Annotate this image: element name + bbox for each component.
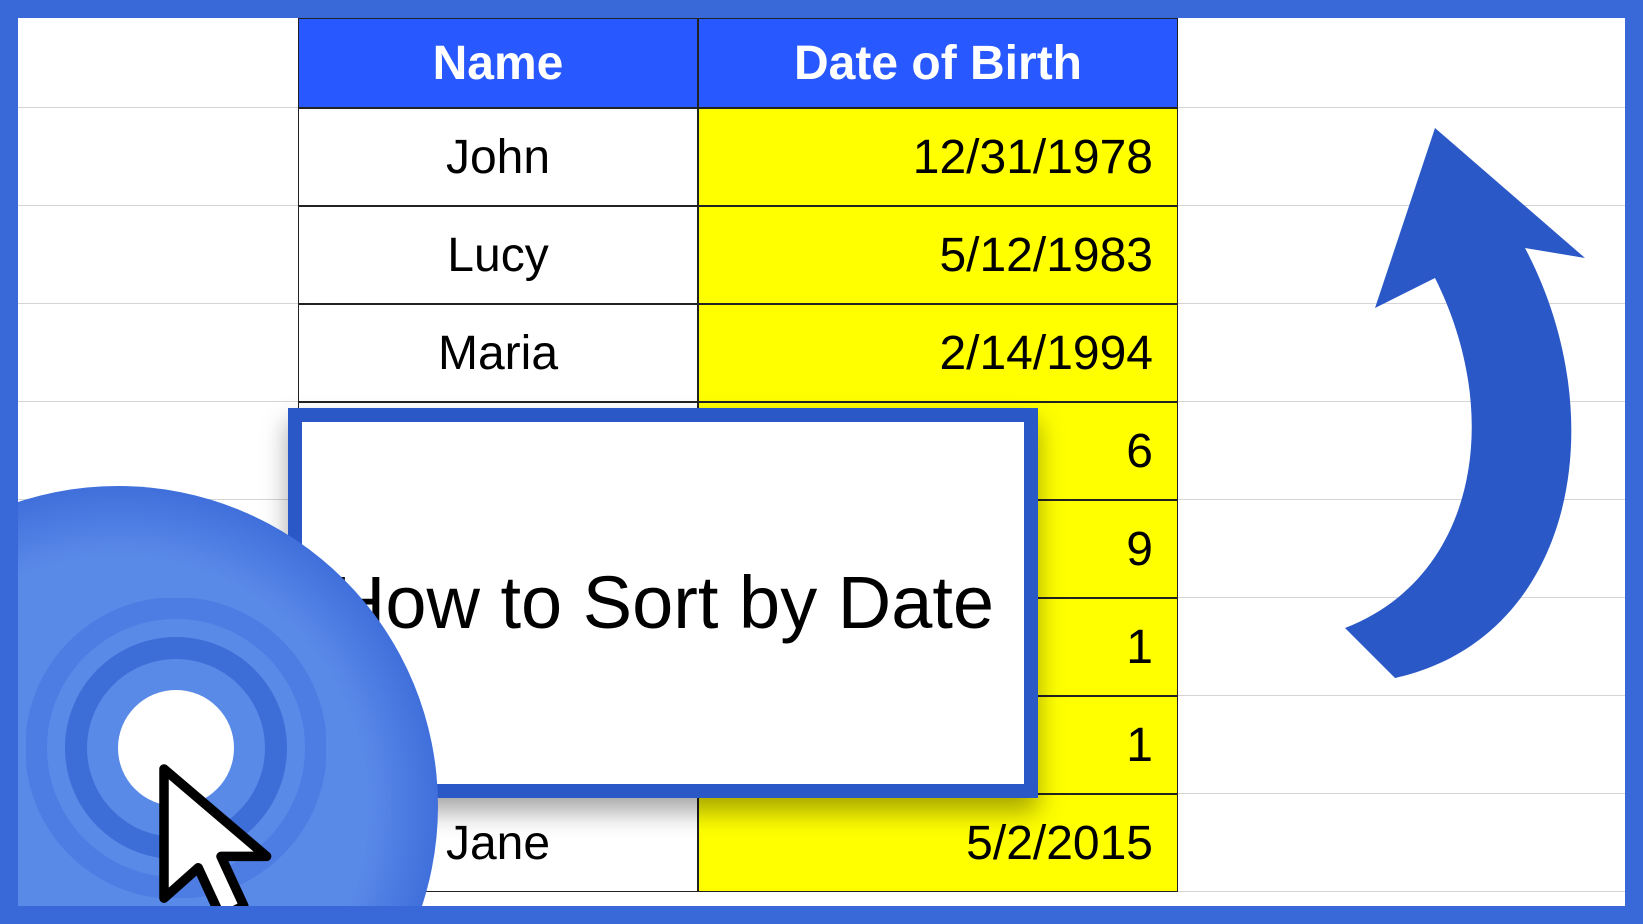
cell-dob[interactable]: 5/12/1983 — [698, 206, 1178, 304]
header-name[interactable]: Name — [298, 18, 698, 108]
mouse-cursor-icon — [126, 750, 316, 906]
cell-name[interactable]: John — [298, 108, 698, 206]
table-row: Lucy 5/12/1983 — [298, 206, 1178, 304]
header-dob[interactable]: Date of Birth — [698, 18, 1178, 108]
table-row: John 12/31/1978 — [298, 108, 1178, 206]
cell-name[interactable]: Maria — [298, 304, 698, 402]
cell-dob[interactable]: 5/2/2015 — [698, 794, 1178, 892]
curved-arrow-icon — [1195, 118, 1625, 698]
cell-name[interactable]: Lucy — [298, 206, 698, 304]
table-row: Maria 2/14/1994 — [298, 304, 1178, 402]
cell-dob[interactable]: 12/31/1978 — [698, 108, 1178, 206]
content-frame: Name Date of Birth John 12/31/1978 Lucy … — [18, 18, 1625, 906]
table-header-row: Name Date of Birth — [298, 18, 1178, 108]
title-text: How to Sort by Date — [332, 555, 994, 651]
cell-dob[interactable]: 2/14/1994 — [698, 304, 1178, 402]
